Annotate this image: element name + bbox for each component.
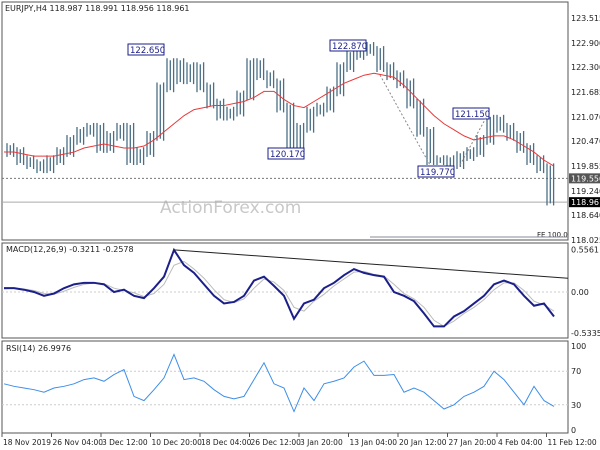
- rsi-title: RSI(14) 26.9976: [6, 344, 71, 353]
- price-tick: 120.470: [571, 137, 600, 146]
- price-tick: 123.515: [571, 14, 600, 23]
- time-tick: 10 Dec 20:00: [152, 438, 203, 447]
- rsi-tick: 0: [571, 426, 576, 435]
- macd-tick: 0.00: [571, 288, 589, 297]
- macd-tick: -0.5335: [571, 329, 600, 338]
- price-label: 119.770: [420, 168, 455, 178]
- price-tick: 118.640: [571, 211, 600, 220]
- rsi-tick: 70: [571, 367, 581, 376]
- time-tick: 13 Jan 04:00: [350, 438, 398, 447]
- price-label: 122.650: [130, 46, 165, 56]
- rsi-tick: 30: [571, 401, 581, 410]
- price-tick: 119.550: [571, 174, 600, 183]
- fe-label: FE 100.0: [537, 231, 568, 239]
- time-tick: 20 Jan 12:00: [399, 438, 447, 447]
- time-tick: 11 Feb 12:00: [548, 438, 597, 447]
- time-tick: 26 Dec 12:00: [251, 438, 302, 447]
- macd-tick: 0.5561: [571, 245, 599, 254]
- macd-title: MACD(12,26,9) -0.3211 -0.2578: [6, 245, 134, 254]
- watermark: ActionForex.com: [160, 198, 301, 218]
- chart-window: EURJPY,H4 118.987 118.991 118.956 118.96…: [0, 0, 600, 450]
- time-tick: 3 Dec 12:00: [102, 438, 148, 447]
- projection-line: [379, 74, 431, 166]
- price-tick: 118.025: [571, 236, 600, 245]
- price-tick: 118.961: [571, 198, 600, 207]
- price-tick: 119.855: [571, 162, 600, 171]
- price-label: 121.150: [455, 110, 490, 120]
- price-label: 122.870: [332, 42, 367, 52]
- time-tick: 18 Nov 2019: [3, 438, 51, 447]
- time-tick: 18 Dec 04:00: [201, 438, 252, 447]
- time-tick: 26 Nov 04:00: [53, 438, 104, 447]
- macd-panel: [1, 242, 569, 339]
- price-tick: 122.300: [571, 63, 600, 72]
- rsi-line: [3, 353, 555, 413]
- price-label: 120.170: [270, 150, 305, 160]
- price-tick: 122.900: [571, 39, 600, 48]
- time-tick: 27 Jan 20:00: [449, 438, 497, 447]
- price-tick: 121.070: [571, 113, 600, 122]
- symbol-title: EURJPY,H4 118.987 118.991 118.956 118.96…: [5, 4, 190, 13]
- time-tick: 3 Jan 20:00: [300, 438, 343, 447]
- time-tick: 4 Feb 04:00: [498, 438, 543, 447]
- price-tick: 119.240: [571, 187, 600, 196]
- rsi-tick: 100: [571, 342, 586, 351]
- macd-line: [4, 247, 555, 328]
- chart-svg: EURJPY,H4 118.987 118.991 118.956 118.96…: [1, 1, 600, 447]
- price-tick: 121.685: [571, 88, 600, 97]
